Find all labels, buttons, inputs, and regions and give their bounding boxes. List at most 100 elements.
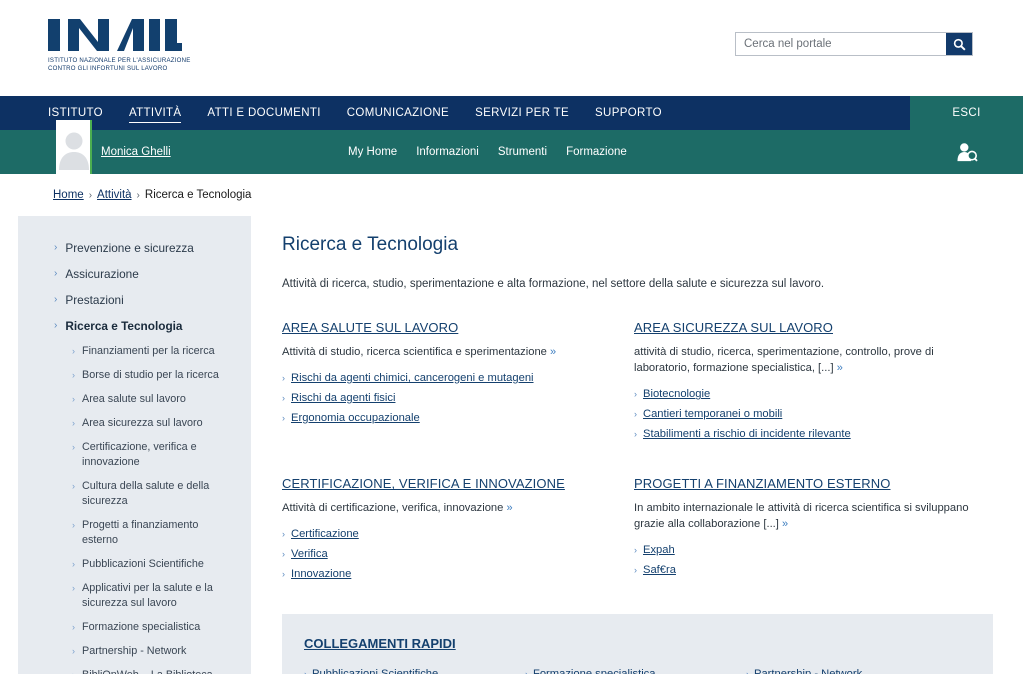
card-link-list: › Certificazione › Verifica › Innovazione xyxy=(282,527,622,582)
card-link[interactable]: Ergonomia occupazionale xyxy=(291,411,420,426)
card-description-text: In ambito internazionale le attività di … xyxy=(634,502,969,531)
sidebar-item-prevenzione-e-sicurezza[interactable]: › Prevenzione e sicurezza xyxy=(18,240,251,256)
logout-button[interactable]: ESCI xyxy=(952,107,980,119)
card-title-link[interactable]: PROGETTI A FINANZIAMENTO ESTERNO xyxy=(634,476,981,491)
sidebar-subitem-pubblicazioni-scientifiche[interactable]: › Pubblicazioni Scientifiche xyxy=(18,557,251,572)
chevron-right-icon: › xyxy=(634,565,637,576)
read-more-icon[interactable]: » xyxy=(782,518,788,530)
card-title-link[interactable]: AREA SICUREZZA SUL LAVORO xyxy=(634,320,981,335)
card-link[interactable]: Cantieri temporanei o mobili xyxy=(643,407,782,422)
logo-subtitle-line2: CONTRO GLI INFORTUNI SUL LAVORO xyxy=(48,65,168,73)
sidebar-subitem-label: Pubblicazioni Scientifiche xyxy=(82,558,204,570)
chevron-right-icon: › xyxy=(282,569,285,580)
card-link[interactable]: Saf€ra xyxy=(643,563,676,578)
inail-logo[interactable]: ISTITUTO NAZIONALE PER L'ASSICURAZIONE C… xyxy=(48,18,190,74)
card-link-list: › Biotecnologie › Cantieri temporanei o mo… xyxy=(634,387,981,442)
quick-link[interactable]: Partnership - Network xyxy=(754,667,862,674)
breadcrumb-item-home[interactable]: Home xyxy=(53,189,84,201)
user-link-formazione[interactable]: Formazione xyxy=(566,146,627,158)
card-link[interactable]: Certificazione xyxy=(291,527,359,542)
chevron-right-icon: › xyxy=(72,668,75,674)
chevron-right-icon: › xyxy=(282,412,285,423)
card-title-link[interactable]: AREA SALUTE SUL LAVORO xyxy=(282,320,622,335)
chevron-right-icon: › xyxy=(54,268,58,279)
logout-zone: ESCI xyxy=(910,96,1023,130)
sidebar-subitem-label: Area sicurezza sul lavoro xyxy=(82,417,203,429)
read-more-icon[interactable]: » xyxy=(506,502,512,514)
read-more-icon[interactable]: » xyxy=(837,362,843,374)
nav-item-comunicazione[interactable]: COMUNICAZIONE xyxy=(347,96,449,130)
user-link-strumenti[interactable]: Strumenti xyxy=(498,146,547,158)
search-button[interactable] xyxy=(946,33,972,55)
search-input[interactable] xyxy=(736,33,946,55)
chevron-right-icon: › xyxy=(72,418,75,428)
read-more-icon[interactable]: » xyxy=(550,346,556,358)
user-links: My Home Informazioni Strumenti Formazion… xyxy=(348,146,627,158)
card-description-text: Attività di certificazione, verifica, in… xyxy=(282,502,504,515)
card-link[interactable]: Rischi da agenti fisici xyxy=(291,391,395,406)
list-item: › Expah xyxy=(634,543,981,558)
quick-link-pubblicazioni-scientifiche: › Pubblicazioni Scientifiche xyxy=(304,667,525,674)
sidebar-subitem-formazione-specialistica[interactable]: › Formazione specialistica xyxy=(18,620,251,635)
sidebar-subitem-applicativi-per-la-salute-e-la-sicurezza-sul-lavoro[interactable]: › Applicativi per la salute e la sicurez… xyxy=(18,581,251,611)
sidebar-item-label: Ricerca e Tecnologia xyxy=(65,319,183,333)
user-search-icon[interactable] xyxy=(956,142,978,162)
sidebar-subitem-finanziamenti-per-la-ricerca[interactable]: › Finanziamenti per la ricerca xyxy=(18,344,251,359)
chevron-right-icon: › xyxy=(72,442,75,452)
card-link[interactable]: Expah xyxy=(643,543,675,558)
nav-item-attivita[interactable]: ATTIVITÀ xyxy=(128,96,182,130)
chevron-right-icon: › xyxy=(634,389,637,400)
sidebar-subitem-area-salute-sul-lavoro[interactable]: › Area salute sul lavoro xyxy=(18,392,251,407)
sidebar-subitem-label: BibliOnWeb – La Biblioteca online xyxy=(82,668,237,674)
chevron-right-icon: › xyxy=(634,409,637,420)
chevron-right-icon: › xyxy=(634,545,637,556)
sidebar-subitem-label: Area salute sul lavoro xyxy=(82,393,186,405)
chevron-right-icon: › xyxy=(54,294,58,305)
quick-link[interactable]: Formazione specialistica xyxy=(533,667,656,674)
avatar-icon xyxy=(59,132,89,170)
nav-item-servizi-per-te[interactable]: SERVIZI PER TE xyxy=(475,96,569,130)
nav-item-atti-e-documenti[interactable]: ATTI E DOCUMENTI xyxy=(207,96,320,130)
chevron-right-icon: › xyxy=(72,520,75,530)
breadcrumb-item-attivita[interactable]: Attività xyxy=(97,189,132,201)
card-link[interactable]: Rischi da agenti chimici, cancerogeni e … xyxy=(291,371,534,386)
card-progetti-a-finanziamento-esterno: PROGETTI A FINANZIAMENTO ESTERNO In ambi… xyxy=(634,476,993,587)
card-link[interactable]: Verifica xyxy=(291,547,328,562)
chevron-right-icon: › xyxy=(282,549,285,560)
sidebar-item-assicurazione[interactable]: › Assicurazione xyxy=(18,266,251,282)
sidebar-subitem-borse-di-studio-per-la-ricerca[interactable]: › Borse di studio per la ricerca xyxy=(18,368,251,383)
card-description: In ambito internazionale le attività di … xyxy=(634,500,981,533)
user-link-my-home[interactable]: My Home xyxy=(348,146,397,158)
user-name-link[interactable]: Monica Ghelli xyxy=(101,146,171,158)
main-navigation-items: ISTITUTO ATTIVITÀ ATTI E DOCUMENTI COMUN… xyxy=(0,96,662,130)
breadcrumb-separator: › xyxy=(136,189,140,201)
list-item: › Verifica xyxy=(282,547,622,562)
sidebar-item-label: Prevenzione e sicurezza xyxy=(65,241,194,255)
chevron-right-icon: › xyxy=(72,346,75,356)
nav-item-supporto[interactable]: SUPPORTO xyxy=(595,96,662,130)
quick-link-partnership-network: › Partnership - Network xyxy=(746,667,967,674)
sidebar-subitem-cultura-della-salute-e-della-sicurezza[interactable]: › Cultura della salute e della sicurezza xyxy=(18,479,251,509)
sidebar-subitem-progetti-a-finanziamento-esterno[interactable]: › Progetti a finanziamento esterno xyxy=(18,518,251,548)
quick-links-title[interactable]: COLLEGAMENTI RAPIDI xyxy=(304,636,967,651)
sidebar-subitem-biblionweb[interactable]: › BibliOnWeb – La Biblioteca online xyxy=(18,668,251,674)
sidebar-subitem-partnership-network[interactable]: › Partnership - Network xyxy=(18,644,251,659)
card-title-link[interactable]: CERTIFICAZIONE, VERIFICA E INNOVAZIONE xyxy=(282,476,622,491)
sidebar-item-label: Assicurazione xyxy=(65,267,139,281)
sidebar-subitem-area-sicurezza-sul-lavoro[interactable]: › Area sicurezza sul lavoro xyxy=(18,416,251,431)
sidebar-item-prestazioni[interactable]: › Prestazioni xyxy=(18,292,251,308)
card-link[interactable]: Innovazione xyxy=(291,567,351,582)
card-link[interactable]: Stabilimenti a rischio di incidente rile… xyxy=(643,427,851,442)
sidebar-subitem-label: Progetti a finanziamento esterno xyxy=(82,519,199,546)
account-zone xyxy=(910,130,1023,174)
chevron-right-icon: › xyxy=(72,481,75,491)
card-description-text: attività di studio, ricerca, sperimentaz… xyxy=(634,346,934,375)
chevron-right-icon: › xyxy=(282,392,285,403)
sidebar-item-ricerca-e-tecnologia[interactable]: › Ricerca e Tecnologia xyxy=(18,318,251,334)
user-link-informazioni[interactable]: Informazioni xyxy=(416,146,479,158)
quick-link[interactable]: Pubblicazioni Scientifiche xyxy=(312,667,438,674)
sidebar-subitem-label: Finanziamenti per la ricerca xyxy=(82,345,215,357)
card-link[interactable]: Biotecnologie xyxy=(643,387,710,402)
sidebar-item-label: Prestazioni xyxy=(65,293,124,307)
sidebar-subitem-certificazione-verifica-e-innovazione[interactable]: › Certificazione, verifica e innovazione xyxy=(18,440,251,470)
